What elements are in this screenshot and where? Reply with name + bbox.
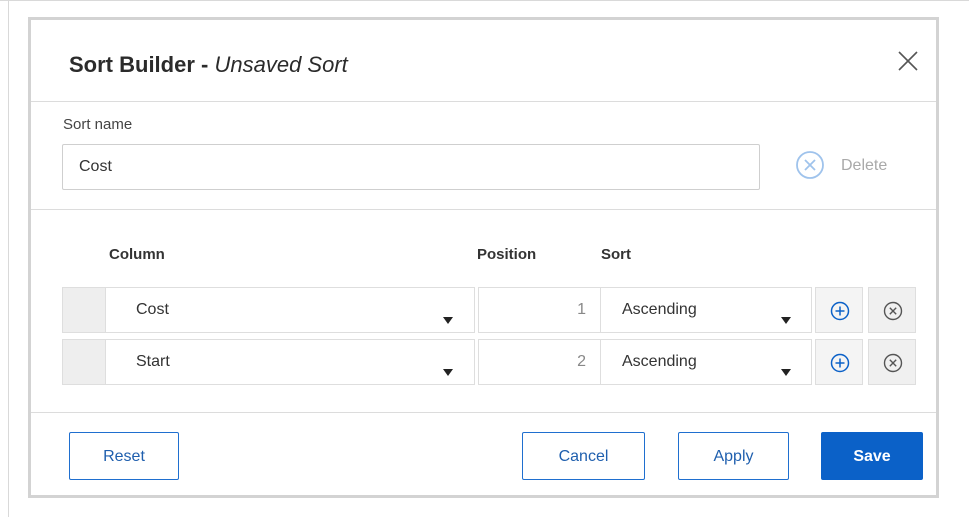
footer-divider	[31, 412, 936, 413]
close-icon	[898, 51, 918, 71]
cancel-button[interactable]: Cancel	[522, 432, 645, 480]
position-field: 2	[478, 339, 601, 385]
add-row-button[interactable]	[815, 287, 863, 333]
column-select-value: Cost	[136, 301, 169, 318]
dialog-subtitle: Unsaved Sort	[214, 52, 348, 77]
section-divider	[31, 209, 936, 210]
sort-name-input[interactable]	[62, 144, 760, 190]
drag-handle[interactable]	[62, 339, 106, 385]
circle-x-icon	[883, 301, 903, 321]
column-select-value: Start	[136, 353, 170, 370]
sort-header: Sort	[601, 246, 631, 263]
circle-x-icon	[883, 353, 903, 373]
save-button[interactable]: Save	[821, 432, 923, 480]
caret-down-icon	[443, 317, 453, 324]
column-header: Column	[109, 246, 165, 263]
sort-direction-select[interactable]: Ascending	[601, 339, 812, 385]
page-frame-top	[0, 0, 969, 1]
position-value: 2	[577, 353, 586, 370]
add-row-button[interactable]	[815, 339, 863, 385]
position-field: 1	[478, 287, 601, 333]
position-header: Position	[477, 246, 537, 263]
remove-row-button[interactable]	[868, 287, 916, 333]
reset-button[interactable]: Reset	[69, 432, 179, 480]
sort-direction-value: Ascending	[622, 301, 697, 318]
circle-x-icon	[796, 151, 824, 179]
delete-label: Delete	[841, 157, 888, 174]
sort-direction-value: Ascending	[622, 353, 697, 370]
drag-handle[interactable]	[62, 287, 106, 333]
circle-plus-icon	[830, 353, 850, 373]
page-frame-left	[8, 0, 9, 517]
dialog-title-text: Sort Builder -	[69, 52, 209, 77]
caret-down-icon	[781, 369, 791, 376]
caret-down-icon	[781, 317, 791, 324]
sort-direction-select[interactable]: Ascending	[601, 287, 812, 333]
apply-button[interactable]: Apply	[678, 432, 789, 480]
dialog-header: Sort Builder - Unsaved Sort	[31, 20, 936, 101]
caret-down-icon	[443, 369, 453, 376]
position-value: 1	[577, 301, 586, 318]
dialog-title: Sort Builder - Unsaved Sort	[69, 52, 348, 78]
sort-row: Start 2 Ascending	[62, 339, 919, 385]
sort-builder-dialog: Sort Builder - Unsaved Sort Sort name De…	[28, 17, 939, 498]
column-select[interactable]: Start	[106, 339, 475, 385]
sort-name-label: Sort name	[63, 116, 133, 133]
close-button[interactable]	[897, 50, 919, 72]
remove-row-button[interactable]	[868, 339, 916, 385]
circle-plus-icon	[830, 301, 850, 321]
header-divider	[31, 101, 936, 102]
column-select[interactable]: Cost	[106, 287, 475, 333]
sort-row: Cost 1 Ascending	[62, 287, 919, 333]
